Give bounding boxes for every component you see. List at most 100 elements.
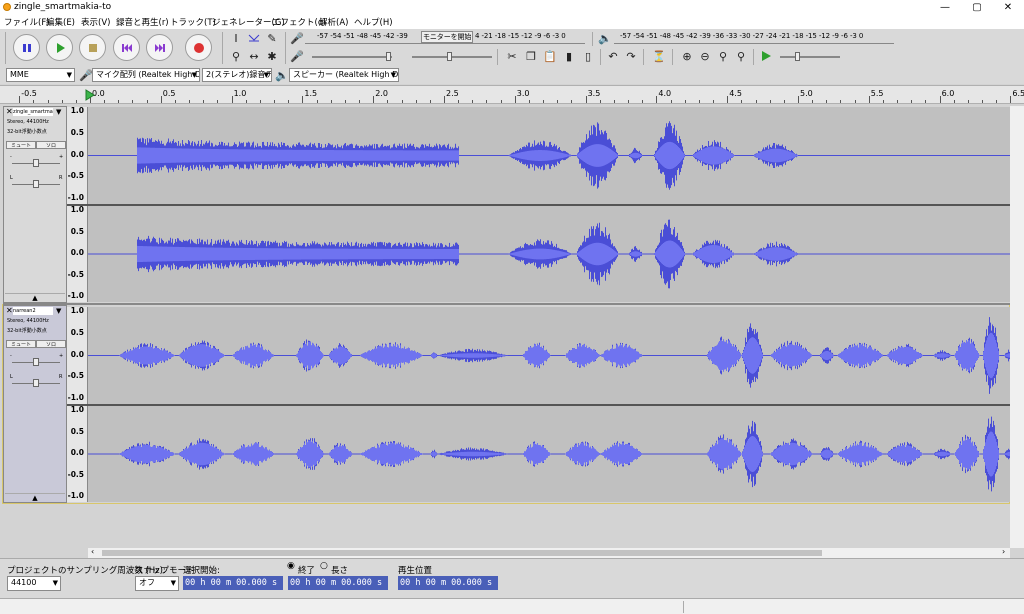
play-at-speed-icon[interactable] — [759, 49, 773, 63]
pause-icon — [22, 43, 31, 52]
menu-edit[interactable]: 編集(E) — [46, 16, 75, 28]
timeshift-tool-icon[interactable]: ↔ — [247, 49, 261, 63]
record-volume-slider[interactable] — [312, 56, 392, 58]
project-rate-select[interactable]: 44100 ▼ — [7, 576, 61, 591]
output-device-select[interactable]: スピーカー (Realtek High De ▼ — [289, 68, 399, 82]
undo-icon[interactable]: ↶ — [606, 49, 620, 63]
ruler-minor-tick — [132, 100, 134, 103]
selection-start-time[interactable]: 00 h 00 m 00.000 s — [183, 576, 283, 590]
length-radio[interactable]: ○ — [320, 561, 328, 571]
menu-help[interactable]: ヘルプ(H) — [354, 16, 393, 28]
menu-file[interactable]: ファイル(F) — [4, 16, 50, 28]
cut-icon[interactable]: ✂ — [505, 49, 519, 63]
stop-button[interactable] — [79, 34, 106, 61]
snap-mode-select[interactable]: オフ ▼ — [135, 576, 179, 591]
menu-effect[interactable]: エフェクト(c) — [272, 16, 326, 28]
window-title: zingle_smartmakia-to — [14, 2, 112, 12]
skip-start-button[interactable] — [113, 34, 140, 61]
fit-project-icon[interactable]: ⚲ — [734, 49, 748, 63]
sync-lock-icon[interactable]: ⏳ — [652, 49, 666, 63]
monitor-button[interactable]: モニターを開始 — [421, 31, 474, 43]
audio-position-time[interactable]: 00 h 00 m 00.000 s — [398, 576, 498, 590]
ruler-minor-tick — [698, 100, 700, 103]
maximize-button[interactable]: ▢ — [962, 0, 992, 15]
record-volume-thumb-2[interactable] — [447, 52, 452, 61]
selection-end-value: 00 h 00 m 00.000 s — [290, 578, 383, 588]
pan-left-label: L — [10, 374, 13, 380]
zoom-in-icon[interactable]: ⊕ — [680, 49, 694, 63]
mute-button[interactable]: ミュート — [6, 141, 36, 149]
copy-icon[interactable]: ❐ — [524, 49, 538, 63]
menu-transport[interactable]: 録音と再生(r) — [116, 16, 169, 28]
ruler-label: 4.5 — [729, 89, 742, 98]
minimize-button[interactable]: — — [930, 0, 960, 15]
draw-tool-icon[interactable]: ✎ — [265, 31, 279, 45]
collapse-track-icon[interactable]: ▲ — [5, 293, 65, 303]
audio-host-select[interactable]: MME ▼ — [6, 68, 75, 82]
timeline-ruler[interactable]: -0.5 0.0 0.5 1.0 1.5 2.0 2.5 3.0 3.5 4.0 4.5 5.0 5.5… — [0, 85, 1024, 104]
envelope-tool-icon[interactable] — [247, 31, 261, 45]
play-speed-slider[interactable] — [780, 56, 840, 58]
track-close-icon[interactable]: ✕ — [6, 306, 13, 315]
pause-button[interactable] — [13, 34, 40, 61]
chevron-down-icon[interactable]: ▼ — [56, 307, 61, 315]
record-button[interactable] — [185, 34, 212, 61]
record-meter[interactable]: -57 -54 -51 -48 -45 -42 -39 モニターを開始 4 -2… — [305, 31, 585, 44]
skip-end-button[interactable] — [146, 34, 173, 61]
vertical-scrollbar[interactable] — [1010, 106, 1024, 548]
fit-selection-icon[interactable]: ⚲ — [716, 49, 730, 63]
solo-button[interactable]: ソロ — [36, 340, 66, 348]
menu-analyze[interactable]: 解析(A) — [319, 16, 348, 28]
channels-select[interactable]: 2(ステレオ)録音チ ▼ — [202, 68, 272, 82]
scroll-right-icon[interactable]: › — [1002, 547, 1005, 556]
horizontal-scrollbar[interactable]: ‹ › — [88, 547, 1010, 558]
zoom-tool-icon[interactable]: ⚲ — [229, 49, 243, 63]
chevron-down-icon: ▼ — [170, 579, 176, 587]
mute-button[interactable]: ミュート — [6, 340, 36, 348]
solo-button[interactable]: ソロ — [36, 141, 66, 149]
scrollbar-thumb[interactable] — [102, 550, 822, 556]
redo-icon[interactable]: ↷ — [624, 49, 638, 63]
pan-thumb[interactable] — [33, 379, 39, 387]
playback-meter[interactable]: -57 -54 -51 -48 -45 -42 -39 -36 -33 -30 … — [614, 32, 894, 44]
multi-tool-icon[interactable]: ✱ — [265, 49, 279, 63]
track-info-format: 32-bit浮動小数点 — [7, 129, 47, 135]
play-speed-thumb[interactable] — [795, 52, 800, 61]
menu-tracks[interactable]: トラック(T) — [170, 16, 216, 28]
record-meter-scale: -57 -54 -51 -48 -45 -42 -39 — [317, 32, 408, 40]
end-radio[interactable]: ◉ — [287, 561, 295, 571]
input-device-select[interactable]: マイク配列 (Realtek High D ▼ — [92, 68, 200, 82]
ruler-major-tick — [160, 96, 162, 103]
waveform-channel[interactable] — [88, 206, 1010, 302]
chevron-down-icon[interactable]: ▼ — [56, 108, 61, 116]
zoom-out-icon[interactable]: ⊖ — [698, 49, 712, 63]
play-button[interactable] — [46, 34, 73, 61]
selection-end-time[interactable]: 00 h 00 m 00.000 s — [288, 576, 388, 590]
collapse-track-icon[interactable]: ▲ — [5, 493, 65, 503]
record-volume-icon: 🎤 — [290, 49, 304, 63]
track-name-menu[interactable]: zingle_smartma — [13, 108, 53, 116]
pan-thumb[interactable] — [33, 180, 39, 188]
waveform-channel[interactable] — [88, 307, 1010, 404]
ruler-label: -0.5 — [21, 89, 37, 98]
scroll-left-icon[interactable]: ‹ — [91, 547, 94, 556]
record-volume-slider-2[interactable] — [412, 56, 492, 58]
ruler-minor-tick — [571, 100, 573, 103]
gain-thumb[interactable] — [33, 358, 39, 366]
menu-view[interactable]: 表示(V) — [81, 16, 110, 28]
ruler-minor-tick — [812, 100, 814, 103]
selection-tool-icon[interactable]: I — [229, 31, 243, 45]
ruler-minor-tick — [500, 100, 502, 103]
paste-icon[interactable]: 📋 — [543, 49, 557, 63]
close-button[interactable]: ✕ — [993, 0, 1023, 15]
trim-icon[interactable]: ▮ — [562, 49, 576, 63]
silence-icon[interactable]: ▯ — [581, 49, 595, 63]
ruler-minor-tick — [387, 100, 389, 103]
gain-thumb[interactable] — [33, 159, 39, 167]
waveform-channel[interactable] — [88, 107, 1010, 204]
waveform-channel[interactable] — [88, 406, 1010, 502]
track-name-menu[interactable]: narrean2 — [13, 307, 53, 315]
record-volume-thumb[interactable] — [386, 52, 391, 61]
ruler-minor-tick — [982, 100, 984, 103]
track-close-icon[interactable]: ✕ — [6, 107, 13, 116]
